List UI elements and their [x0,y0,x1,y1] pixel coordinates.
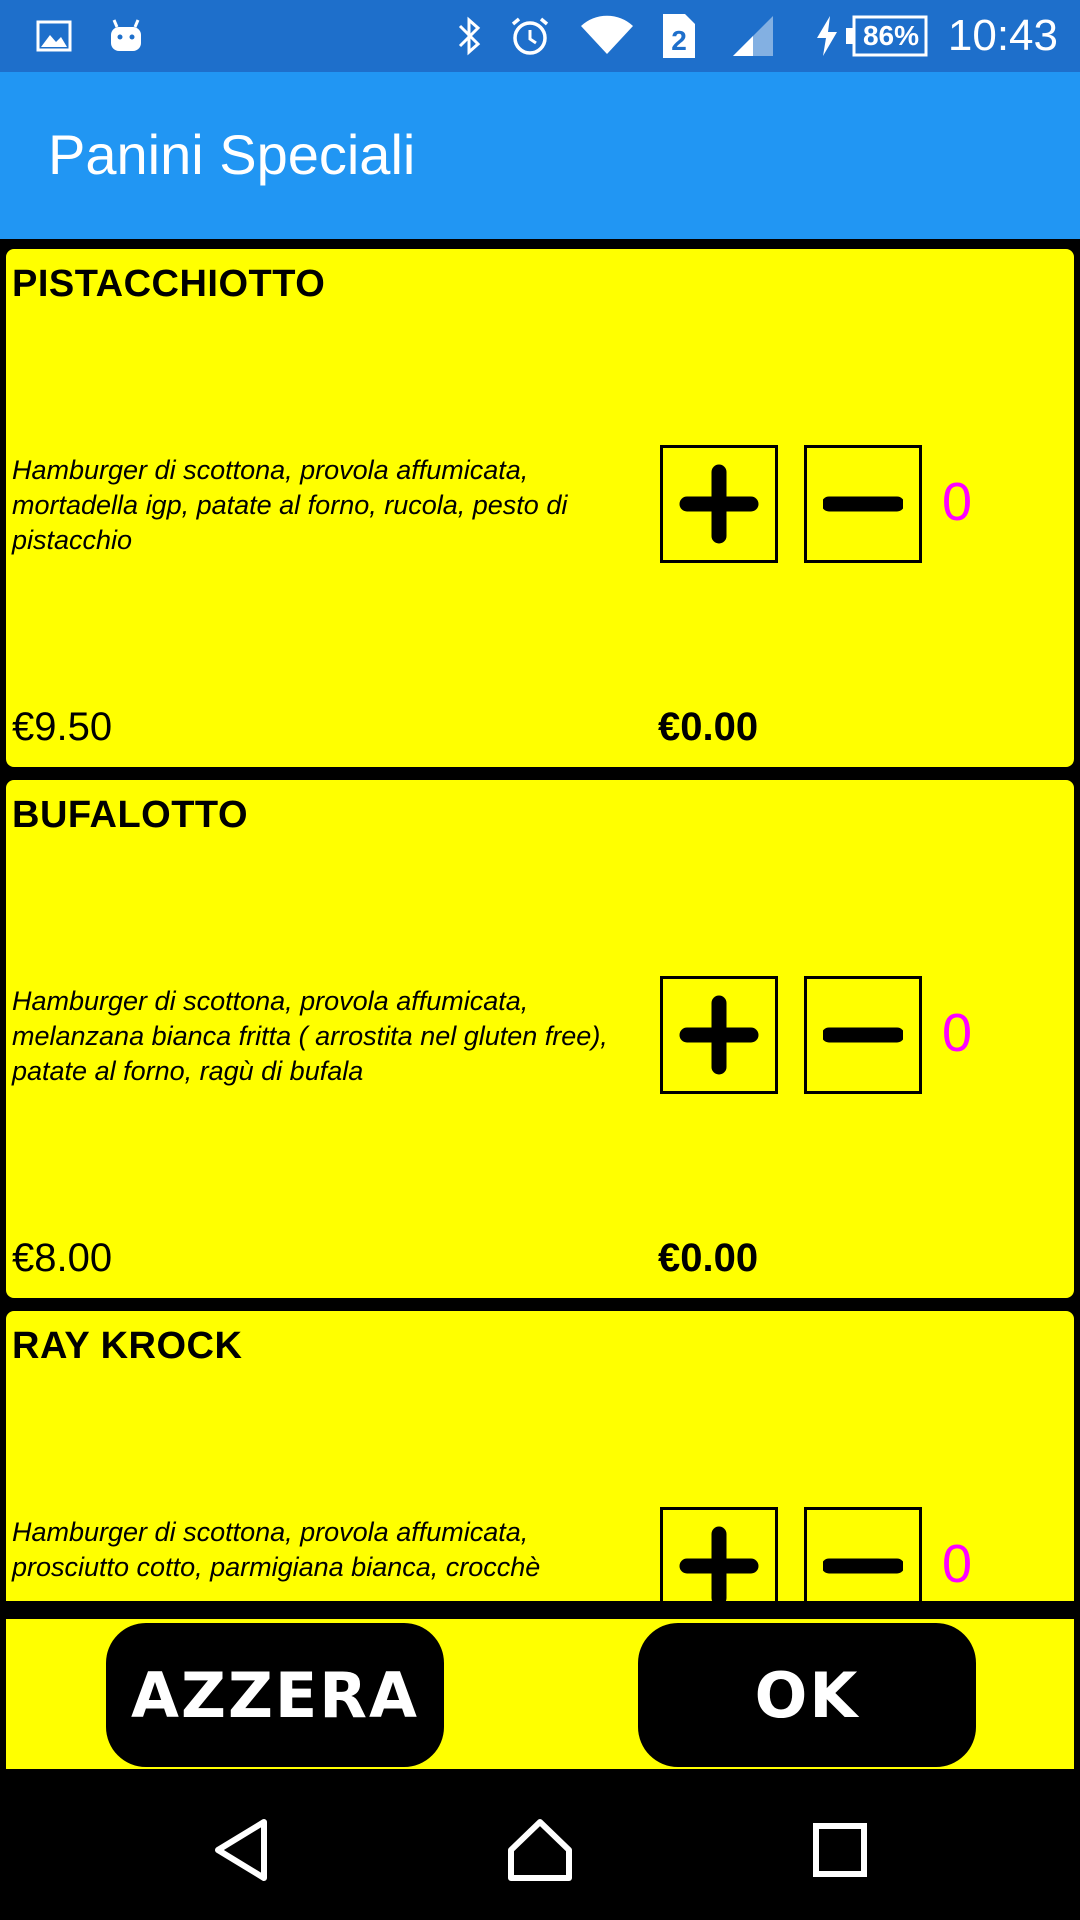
minus-icon [823,496,903,512]
product-description: Hamburger di scottona, provola affumicat… [12,1517,541,1582]
bluetooth-icon [452,12,488,60]
wifi-icon [578,12,636,60]
decrement-button[interactable] [804,976,922,1094]
image-icon [34,12,74,60]
quantity-count: 0 [942,1534,973,1594]
android-icon [106,12,146,60]
ok-button[interactable]: OK [638,1623,976,1767]
product-description: Hamburger di scottona, provola affumicat… [12,455,568,555]
product-name: RAY KROCK [12,1325,243,1367]
decrement-button[interactable] [804,1507,922,1601]
minus-icon [823,1558,903,1574]
svg-text:2: 2 [671,25,687,56]
quantity-count: 0 [942,1003,973,1063]
plus-icon [679,995,759,1075]
action-bar: AZZERA OK [6,1619,1074,1769]
product-name: PISTACCHIOTTO [12,263,326,305]
product-card: RAY KROCK Hamburger di scottona, provola… [6,1311,1074,1601]
increment-button[interactable] [660,976,778,1094]
increment-button[interactable] [660,445,778,563]
product-card: BUFALOTTO Hamburger di scottona, provola… [6,780,1074,1298]
app-bar: Panini Speciali [0,72,1080,239]
quantity-count: 0 [942,472,973,532]
product-name: BUFALOTTO [12,794,249,836]
product-card: PISTACCHIOTTO Hamburger di scottona, pro… [6,249,1074,767]
recents-icon[interactable] [800,1810,880,1890]
minus-icon [823,1027,903,1043]
back-icon[interactable] [202,1810,282,1890]
signal-icon [728,12,776,60]
product-price: €9.50 [12,705,113,749]
increment-button[interactable] [660,1507,778,1601]
product-total: €0.00 [658,1236,759,1280]
battery-percent: 86% [862,20,920,51]
reset-button[interactable]: AZZERA [106,1623,444,1767]
sim-icon: 2 [658,12,698,60]
product-price: €8.00 [12,1236,113,1280]
alarm-icon [508,12,552,60]
charging-icon [814,12,840,60]
product-list[interactable]: PISTACCHIOTTO Hamburger di scottona, pro… [0,239,1080,1601]
product-total: €0.00 [658,705,759,749]
decrement-button[interactable] [804,445,922,563]
clock: 10:43 [947,11,1058,60]
status-bar: 2 86% 10:43 [0,0,1080,72]
plus-icon [679,464,759,544]
navigation-bar [0,1770,1080,1920]
product-description: Hamburger di scottona, provola affumicat… [12,986,608,1086]
plus-icon [679,1526,759,1601]
home-icon[interactable] [500,1810,580,1890]
page-title: Panini Speciali [48,123,416,186]
battery-icon: 86% [846,12,928,60]
